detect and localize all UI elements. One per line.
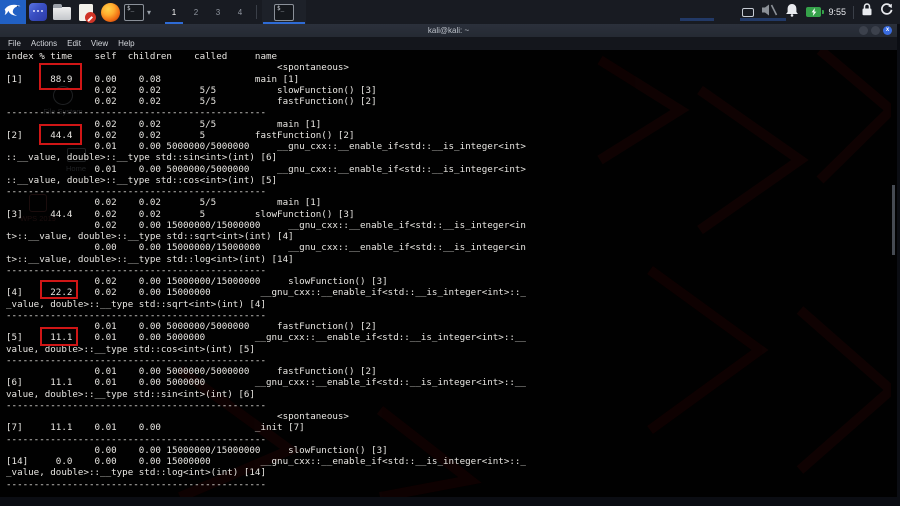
text-editor-icon	[79, 3, 96, 23]
audio-muted-icon[interactable]	[761, 3, 778, 22]
maximize-button[interactable]	[871, 26, 880, 35]
panel-separator	[256, 5, 258, 19]
notifications-bell-icon[interactable]	[785, 3, 799, 22]
battery-charging-icon[interactable]	[806, 7, 824, 17]
kali-menu-button[interactable]	[0, 0, 26, 24]
file-manager-launcher[interactable]	[26, 0, 50, 24]
scrollbar-thumb[interactable]	[892, 185, 895, 255]
wallpaper-artifact	[680, 18, 714, 21]
highlight-box-11.1	[40, 327, 78, 346]
taskbar-window-button-terminal[interactable]: $_	[262, 0, 307, 24]
text-editor-launcher[interactable]	[74, 0, 98, 24]
tray-separator	[853, 5, 854, 19]
highlight-box-44.4	[39, 124, 82, 145]
lock-screen-icon[interactable]	[861, 3, 873, 21]
workspace-2[interactable]: 2	[185, 0, 207, 24]
window-controls: x	[859, 26, 892, 35]
menu-file[interactable]: File	[0, 37, 26, 50]
chevron-down-icon[interactable]: ▾	[144, 8, 155, 17]
firefox-launcher[interactable]	[98, 0, 122, 24]
workspace-1[interactable]: 1	[163, 0, 185, 24]
window-title: kali@kali: ~	[427, 26, 470, 35]
file-browser-launcher[interactable]	[50, 0, 74, 24]
menu-edit[interactable]: Edit	[62, 37, 86, 50]
folder-icon	[53, 4, 71, 20]
display-icon[interactable]	[742, 7, 755, 17]
logout-icon[interactable]	[880, 3, 893, 21]
window-titlebar[interactable]: kali@kali: ~ x	[0, 24, 897, 37]
highlight-box-22.2	[40, 280, 78, 299]
workspace-switcher: 1 2 3 4	[163, 0, 251, 24]
menu-view[interactable]: View	[86, 37, 113, 50]
file-manager-icon	[29, 3, 47, 21]
firefox-icon	[100, 2, 120, 22]
top-panel: $_ ▾ 1 2 3 4 $_ 9:55	[0, 0, 900, 24]
terminal-icon: $_	[274, 3, 295, 21]
terminal-viewport[interactable]: File System Home WPS 2019 index % time s…	[0, 50, 897, 497]
close-button[interactable]: x	[883, 26, 892, 35]
workspace-4[interactable]: 4	[229, 0, 251, 24]
terminal-icon: $_	[124, 3, 144, 21]
menu-help[interactable]: Help	[113, 37, 139, 50]
desktop: $_ ▾ 1 2 3 4 $_ 9:55 kali@kali: ~ x File…	[0, 0, 900, 506]
workspace-3[interactable]: 3	[207, 0, 229, 24]
gprof-call-graph-output: index % time self children called name <…	[6, 51, 526, 490]
highlight-box-88.9	[39, 63, 82, 90]
terminal-launcher[interactable]: $_ ▾	[124, 3, 155, 21]
clock: 9:55	[828, 7, 846, 17]
menu-actions[interactable]: Actions	[26, 37, 62, 50]
minimize-button[interactable]	[859, 26, 868, 35]
terminal-window: kali@kali: ~ x File Actions Edit View He…	[0, 24, 897, 497]
menu-bar: File Actions Edit View Help	[0, 37, 897, 50]
kali-dragon-icon	[3, 1, 23, 23]
system-tray: 9:55	[742, 0, 900, 24]
